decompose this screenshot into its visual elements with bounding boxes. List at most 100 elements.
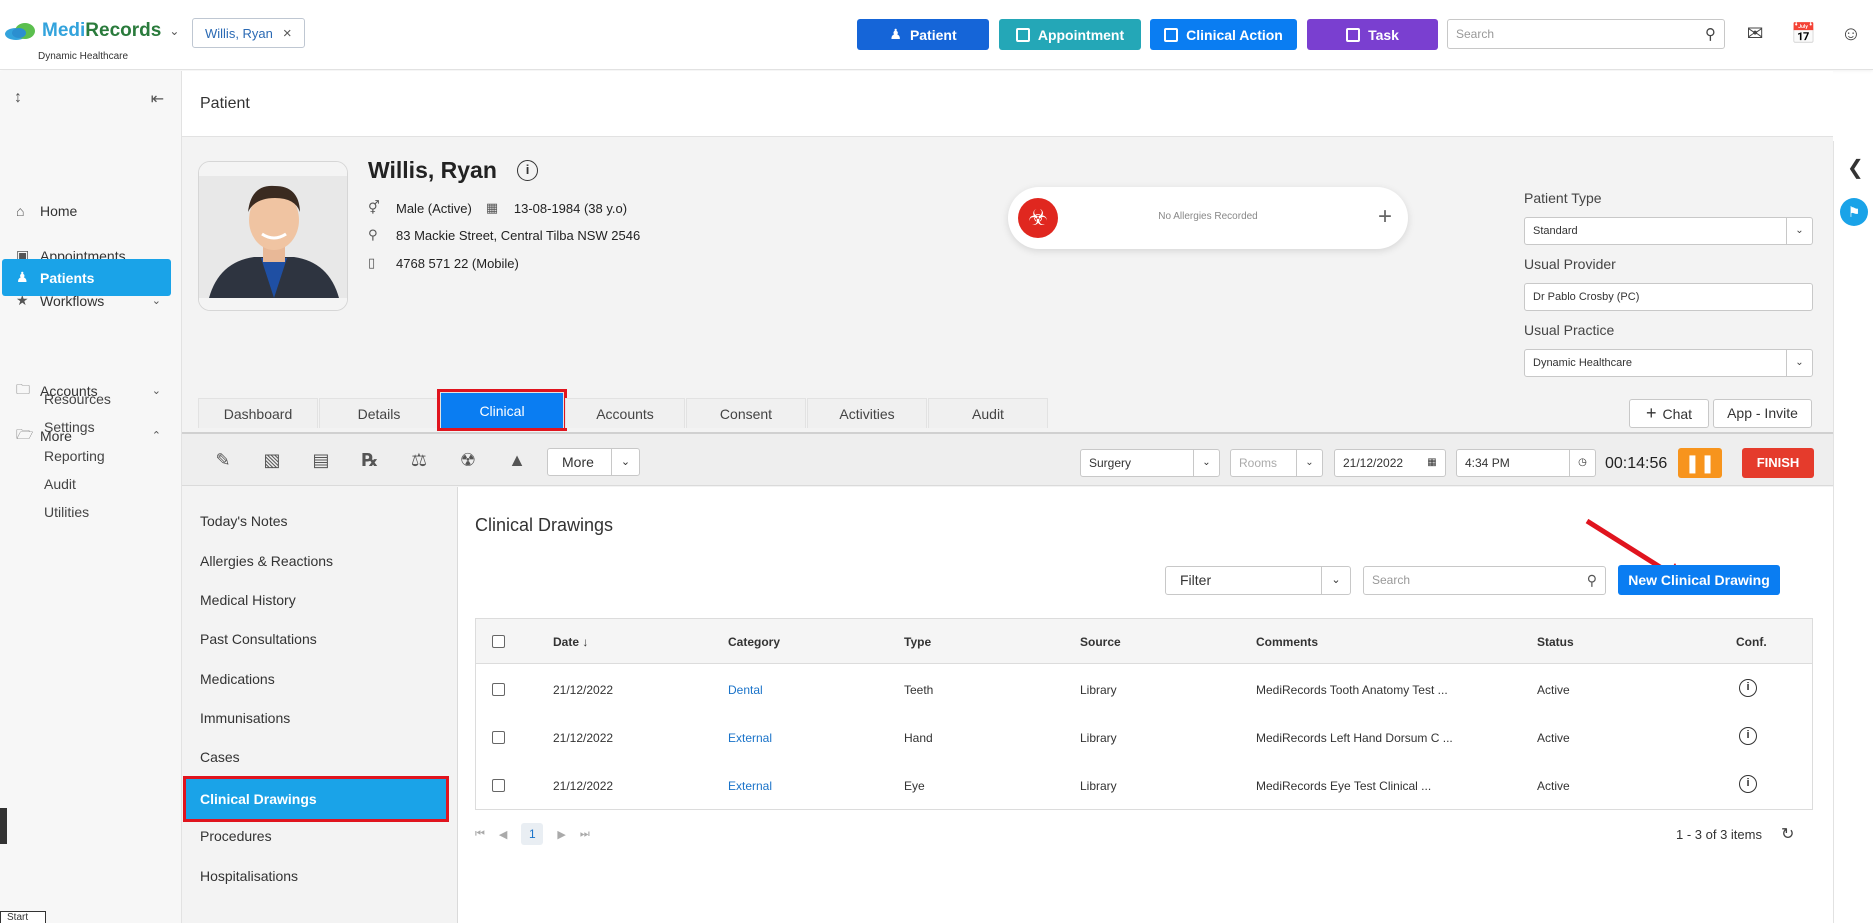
filter-select[interactable]: Filter ⌄ [1165, 566, 1351, 595]
column-header-conf[interactable]: Conf. [1736, 635, 1767, 649]
page-number-button[interactable]: 1 [521, 823, 544, 845]
finish-button[interactable]: FINISH [1742, 448, 1814, 478]
document-icon[interactable]: ▤ [308, 450, 334, 472]
app-invite-button[interactable]: App - Invite [1713, 399, 1812, 428]
column-header-status[interactable]: Status [1537, 635, 1574, 649]
cell-category-link[interactable]: External [728, 779, 772, 793]
calendar-icon[interactable]: ▦ [1419, 450, 1445, 476]
clinical-nav-immunisations[interactable]: Immunisations [200, 710, 290, 726]
global-search-input[interactable]: Search ⚲ [1447, 19, 1725, 49]
chevron-down-icon[interactable]: ⌄ [1193, 450, 1219, 476]
clock-icon[interactable]: ◷ [1569, 450, 1595, 476]
chevron-down-icon[interactable]: ⌄ [169, 24, 179, 38]
calendar-check-icon[interactable]: 📅 [1791, 22, 1816, 46]
sidebar-subitem-utilities[interactable]: Utilities [44, 504, 89, 520]
tab-clinical[interactable]: Clinical [437, 389, 567, 431]
first-page-icon[interactable]: ⏮ [475, 828, 485, 841]
clinical-nav-medications[interactable]: Medications [200, 671, 275, 687]
edit-note-icon[interactable]: ✎ [210, 450, 236, 472]
row-checkbox[interactable] [492, 779, 505, 792]
app-logo[interactable]: MediRecords ⌄ [4, 20, 179, 42]
sidebar-subitem-resources[interactable]: Resources [44, 391, 111, 407]
column-header-date[interactable]: Date ↓ [553, 635, 588, 649]
prescription-icon[interactable]: ℞ [357, 450, 383, 472]
tab-accounts[interactable]: Accounts [565, 398, 685, 428]
clinical-nav-procedures[interactable]: Procedures [200, 828, 272, 844]
clinical-nav-todays-notes[interactable]: Today's Notes [200, 513, 288, 529]
row-checkbox[interactable] [492, 731, 505, 744]
lab-flask-icon[interactable]: ⚖ [406, 450, 432, 472]
rooms-select[interactable]: Rooms ⌄ [1230, 449, 1323, 477]
column-header-comments[interactable]: Comments [1256, 635, 1318, 649]
chevron-down-icon[interactable]: ⌄ [1321, 567, 1350, 594]
sidebar-item-home[interactable]: ⌂ Home [2, 192, 171, 229]
tab-activities[interactable]: Activities [807, 398, 927, 428]
tag-icon[interactable]: ⚑ [1840, 198, 1868, 226]
info-icon[interactable]: i [1739, 679, 1757, 697]
sidebar-subitem-reporting[interactable]: Reporting [44, 448, 105, 464]
clinical-nav-medical-history[interactable]: Medical History [200, 592, 296, 608]
tab-consent[interactable]: Consent [686, 398, 806, 428]
previous-page-icon[interactable]: ◀ [499, 828, 507, 841]
column-header-category[interactable]: Category [728, 635, 780, 649]
select-all-checkbox[interactable] [492, 635, 505, 648]
sidebar-item-patients[interactable]: ♟ Patients [2, 259, 171, 296]
education-icon[interactable]: ▲ [504, 450, 530, 472]
tab-audit[interactable]: Audit [928, 398, 1048, 428]
last-page-icon[interactable]: ⏭ [580, 828, 590, 841]
chevron-left-icon[interactable]: ❮ [1847, 155, 1864, 180]
chevron-down-icon[interactable]: ⌄ [1786, 218, 1812, 244]
tab-details[interactable]: Details [319, 398, 439, 428]
cell-category-link[interactable]: Dental [728, 683, 763, 697]
user-account-icon[interactable]: ☺ [1839, 22, 1863, 46]
drawings-search-input[interactable]: Search ⚲ [1363, 566, 1606, 595]
next-page-icon[interactable]: ▶ [557, 828, 565, 841]
date-field[interactable]: 21/12/2022 ▦ [1334, 449, 1446, 477]
sidebar-subitem-settings[interactable]: Settings [44, 419, 95, 435]
chevron-down-icon[interactable]: ⌄ [611, 449, 639, 475]
time-field[interactable]: 4:34 PM ◷ [1456, 449, 1596, 477]
cell-category-link[interactable]: External [728, 731, 772, 745]
table-row[interactable]: 21/12/2022 External Eye Library MediReco… [476, 761, 1812, 809]
sidebar-subitem-audit[interactable]: Audit [44, 476, 76, 492]
pause-button[interactable]: ❚❚ [1678, 448, 1722, 478]
clinical-action-button[interactable]: Clinical Action [1150, 19, 1297, 50]
close-icon[interactable]: × [283, 25, 292, 42]
location-select[interactable]: Surgery ⌄ [1080, 449, 1220, 477]
clinical-nav-clinical-drawings[interactable]: Clinical Drawings [183, 776, 449, 822]
open-patient-chip[interactable]: Willis, Ryan × [192, 18, 305, 48]
usual-practice-select[interactable]: Dynamic Healthcare ⌄ [1524, 349, 1813, 377]
mail-icon[interactable]: ✉ [1743, 22, 1767, 46]
refresh-icon[interactable]: ↻ [1781, 824, 1794, 844]
info-icon[interactable]: i [517, 160, 538, 181]
info-icon[interactable]: i [1739, 775, 1757, 793]
new-patient-button[interactable]: ♟ Patient [857, 19, 989, 50]
chevron-down-icon[interactable]: ⌄ [1296, 450, 1322, 476]
resize-vertical-icon[interactable]: ↕ [14, 89, 22, 109]
search-icon[interactable]: ⚲ [1705, 25, 1716, 43]
clinical-nav-allergies[interactable]: Allergies & Reactions [200, 553, 333, 569]
column-header-source[interactable]: Source [1080, 635, 1121, 649]
column-header-type[interactable]: Type [904, 635, 931, 649]
table-row[interactable]: 21/12/2022 Dental Teeth Library MediReco… [476, 665, 1812, 713]
more-dropdown[interactable]: More ⌄ [547, 448, 640, 476]
tab-dashboard[interactable]: Dashboard [198, 398, 318, 428]
patient-record-icon[interactable]: ▧ [259, 450, 285, 472]
new-task-button[interactable]: Task [1307, 19, 1438, 50]
chat-button[interactable]: + Chat [1629, 399, 1709, 428]
table-row[interactable]: 21/12/2022 External Hand Library MediRec… [476, 713, 1812, 761]
usual-provider-field[interactable]: Dr Pablo Crosby (PC) [1524, 283, 1813, 311]
add-allergy-icon[interactable]: + [1378, 203, 1392, 231]
chevron-down-icon[interactable]: ⌄ [1786, 350, 1812, 376]
clinical-nav-hospitalisations[interactable]: Hospitalisations [200, 868, 298, 884]
search-icon[interactable]: ⚲ [1587, 567, 1597, 594]
row-checkbox[interactable] [492, 683, 505, 696]
clinical-nav-cases[interactable]: Cases [200, 749, 240, 765]
new-clinical-drawing-button[interactable]: New Clinical Drawing [1618, 565, 1780, 595]
collapse-sidebar-icon[interactable]: ⇤ [151, 89, 164, 109]
info-icon[interactable]: i [1739, 727, 1757, 745]
start-button[interactable]: Start [0, 911, 46, 923]
new-appointment-button[interactable]: Appointment [999, 19, 1141, 50]
clinical-nav-past-consultations[interactable]: Past Consultations [200, 631, 317, 647]
side-handle[interactable] [0, 808, 7, 844]
